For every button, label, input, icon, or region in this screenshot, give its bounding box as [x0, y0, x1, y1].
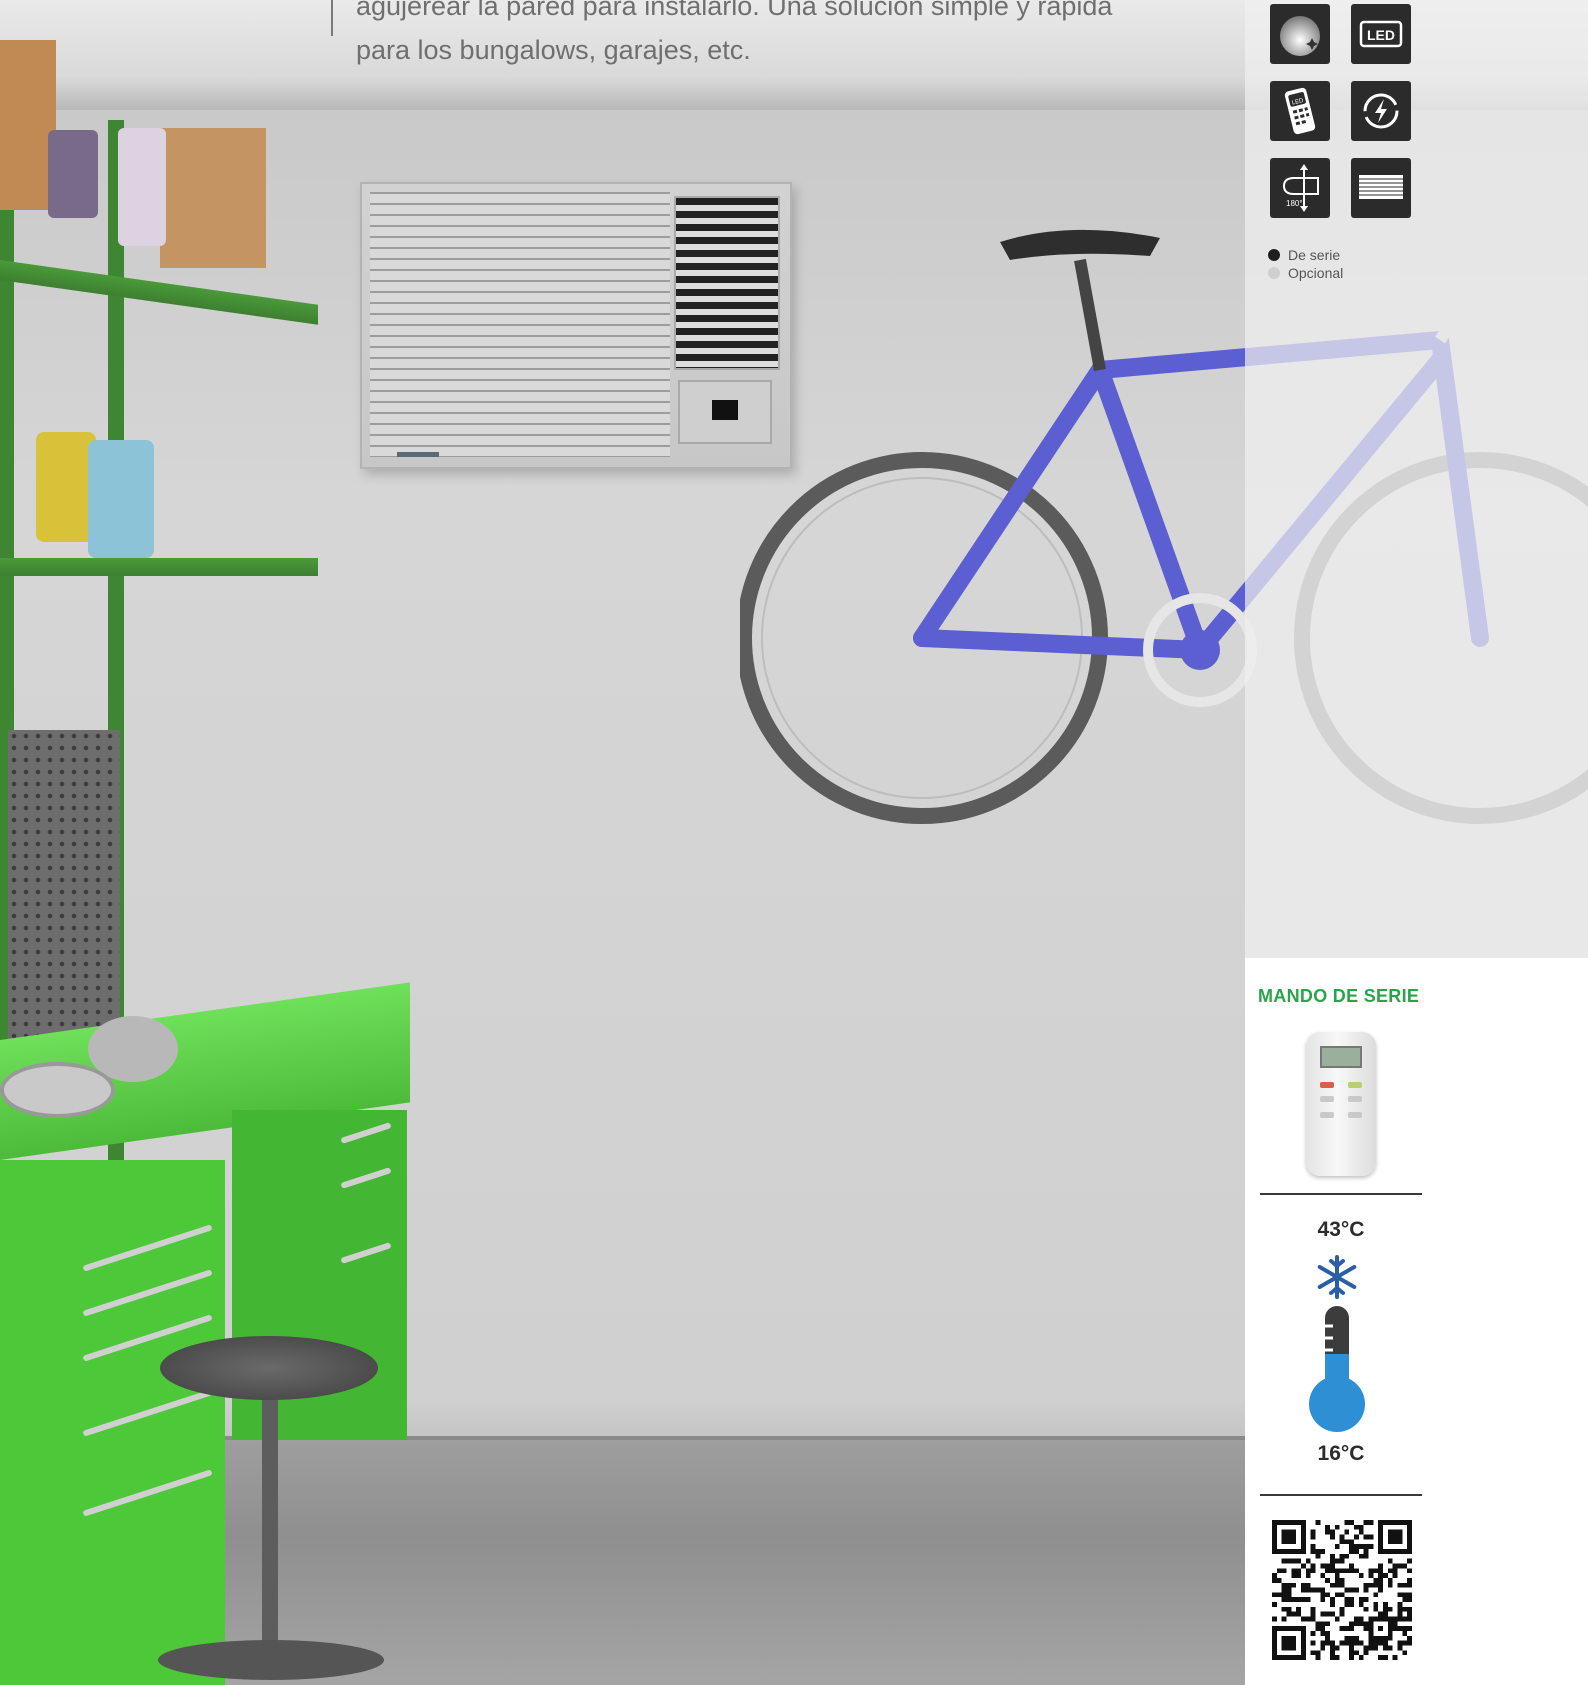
feature-sidebar — [1245, 0, 1588, 958]
legend-optional-label: Opcional — [1288, 265, 1344, 281]
remote-button — [1348, 1112, 1362, 1118]
remote-button — [1320, 1096, 1334, 1102]
shelf-upper — [0, 260, 318, 325]
temp-max-label: 43°C — [1317, 1218, 1365, 1241]
container — [88, 440, 154, 558]
remote-button — [1348, 1082, 1362, 1088]
ac-display — [712, 400, 738, 420]
remote-heading: MANDO DE SERIE — [1258, 986, 1420, 1006]
intro-rule — [331, 0, 333, 36]
paint-can — [48, 130, 98, 218]
legend-standard: De serie — [1268, 247, 1340, 263]
brake-disc — [0, 1062, 115, 1118]
window-air-conditioner — [360, 182, 792, 469]
seat-post — [1074, 258, 1106, 372]
remote-screen — [1320, 1046, 1362, 1068]
legend-standard-dot — [1268, 249, 1280, 261]
night-mode-icon — [1270, 4, 1330, 64]
shelf-lower — [0, 558, 318, 576]
legend-standard-label: De serie — [1288, 247, 1341, 263]
remote-button — [1348, 1096, 1362, 1102]
temp-min-label: 16°C — [1317, 1442, 1365, 1465]
legend-optional-dot — [1268, 267, 1280, 279]
power-drill — [36, 432, 96, 542]
filter-icon — [1351, 158, 1411, 218]
stool-base — [158, 1640, 384, 1680]
led-remote-icon: LED — [1270, 81, 1330, 141]
intro-line-2: para los bungalows, garajes, etc. — [356, 35, 751, 65]
qr-code[interactable] — [1272, 1520, 1412, 1660]
remote-control-image — [1306, 1032, 1376, 1176]
crank-hub — [1180, 630, 1220, 670]
bottle — [118, 128, 166, 246]
snowflake-icon — [1317, 1255, 1357, 1299]
thermometer-icon — [1309, 1306, 1365, 1432]
pegboard — [8, 730, 120, 1060]
divider — [1260, 1494, 1422, 1496]
auto-restart-icon — [1351, 81, 1411, 141]
swing-180-icon: 180° — [1270, 158, 1330, 218]
ac-grille — [370, 192, 670, 457]
led-display-icon: LED — [1351, 4, 1411, 64]
stool-post — [262, 1398, 278, 1648]
remote-button — [1320, 1112, 1334, 1118]
led-icon-label: LED — [1367, 27, 1395, 43]
intro-text: agujerear la pared para instalarlo. Una … — [356, 0, 1196, 72]
bike-saddle — [1000, 229, 1160, 260]
divider — [1260, 1193, 1422, 1195]
stool-seat — [160, 1336, 378, 1400]
cardboard-box — [160, 128, 266, 268]
remote-button — [1320, 1082, 1334, 1088]
ac-brand-logo — [397, 452, 439, 457]
legend-optional: Opcional — [1268, 265, 1343, 281]
swing-label: 180° — [1286, 199, 1303, 208]
intro-line-1: agujerear la pared para instalarlo. Una … — [356, 0, 1113, 21]
